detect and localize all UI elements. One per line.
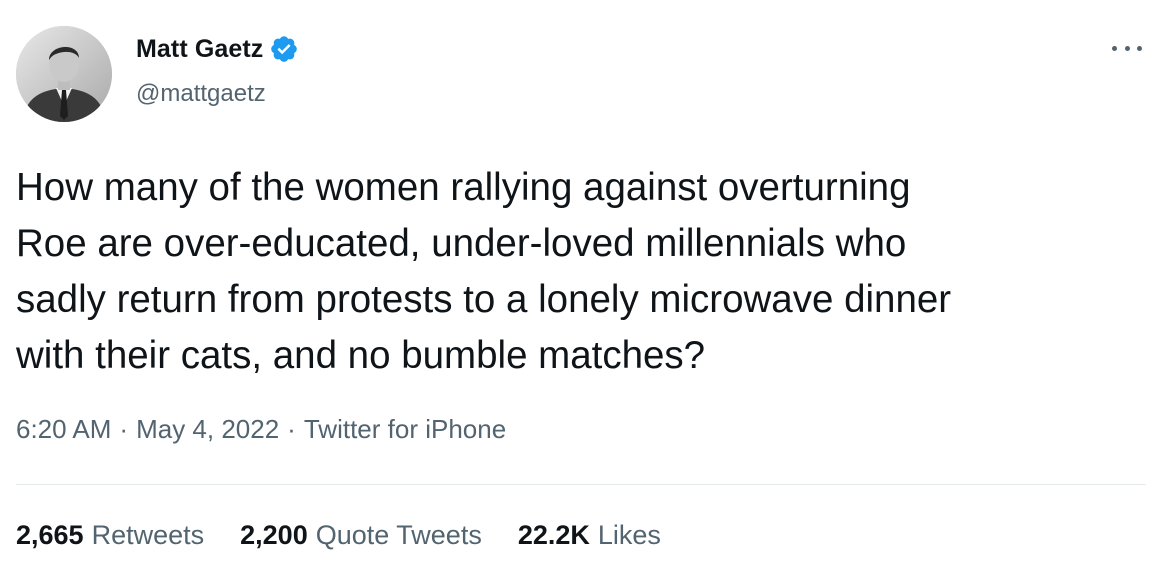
quote-tweets-stat[interactable]: 2,200 Quote Tweets — [240, 520, 482, 551]
likes-stat[interactable]: 22.2K Likes — [518, 520, 661, 551]
meta-separator: · — [119, 414, 129, 444]
retweets-count: 2,665 — [16, 520, 84, 550]
author-handle[interactable]: @mattgaetz — [136, 80, 266, 108]
avatar-photo — [16, 26, 112, 122]
quote-tweets-label: Quote Tweets — [315, 520, 482, 550]
tweet-source[interactable]: Twitter for iPhone — [304, 414, 506, 445]
more-options-icon[interactable] — [1112, 38, 1142, 58]
retweets-stat[interactable]: 2,665 Retweets — [16, 520, 204, 551]
dot — [1137, 45, 1142, 51]
verified-badge-icon — [269, 34, 299, 64]
tweet-card: Matt Gaetz @mattgaetz How many of the wo… — [0, 0, 1160, 574]
quote-tweets-count: 2,200 — [240, 520, 308, 550]
dot — [1124, 45, 1130, 51]
tweet-metadata: 6:20 AM · May 4, 2022 · Twitter for iPho… — [16, 414, 506, 445]
meta-separator: · — [287, 414, 296, 444]
tweet-text: How many of the women rallying against o… — [16, 166, 952, 377]
retweets-label: Retweets — [91, 520, 205, 550]
likes-label: Likes — [597, 520, 661, 550]
avatar[interactable] — [16, 26, 112, 122]
engagement-stats: 2,665 Retweets 2,200 Quote Tweets 22.2K Lik… — [16, 520, 661, 551]
tweet-time[interactable]: 6:20 AM — [16, 414, 111, 445]
likes-count: 22.2K — [517, 520, 590, 550]
divider — [16, 484, 1146, 485]
tweet-date[interactable]: May 4, 2022 — [136, 414, 279, 445]
dot — [1112, 45, 1117, 51]
author-display-name[interactable]: Matt Gaetz — [136, 35, 263, 64]
author-name-row[interactable]: Matt Gaetz — [136, 34, 299, 64]
